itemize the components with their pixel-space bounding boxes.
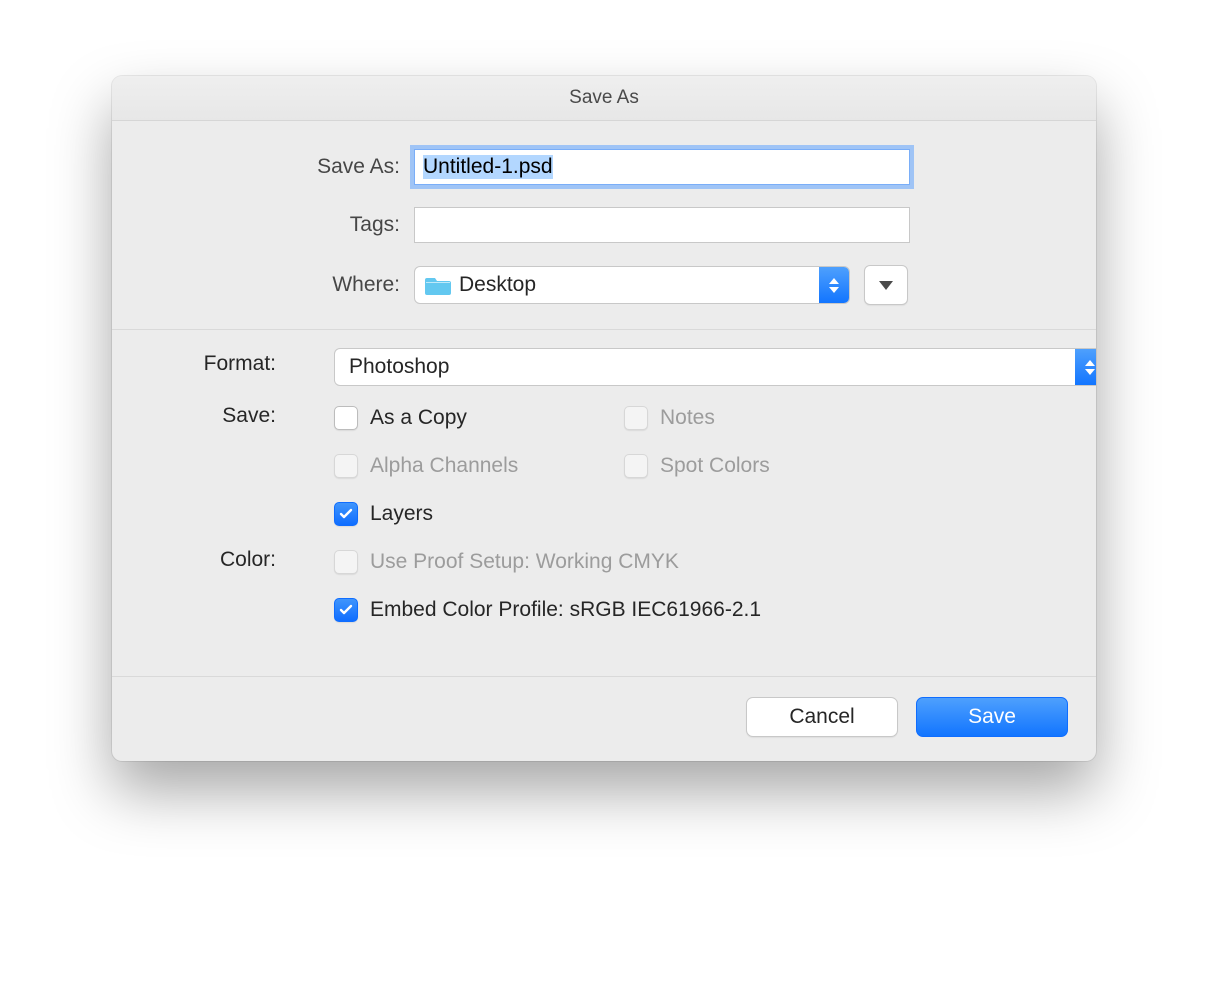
color-label: Color: [146,544,334,572]
chevron-down-icon [879,281,893,290]
updown-icon [1075,349,1096,385]
updown-icon [819,267,849,303]
embed-color-profile-option[interactable]: Embed Color Profile: sRGB IEC61966-2.1 [334,598,1062,622]
save-label: Save: [146,400,334,428]
save-as-dialog: Save As Save As: Untitled-1.psd Tags: Wh… [112,76,1096,761]
format-label: Format: [146,348,334,376]
checkbox-icon [334,406,358,430]
checkbox-icon [334,550,358,574]
dialog-buttons: Cancel Save [112,677,1096,761]
spot-colors-label: Spot Colors [660,454,770,478]
tags-label: Tags: [152,213,414,237]
save-button[interactable]: Save [916,697,1068,737]
layers-option[interactable]: Layers [334,502,624,526]
filename-input[interactable]: Untitled-1.psd [414,149,910,185]
where-value: Desktop [459,273,819,297]
cancel-button[interactable]: Cancel [746,697,898,737]
format-value: Photoshop [335,355,1075,379]
alpha-channels-option: Alpha Channels [334,454,624,478]
dialog-title: Save As [112,76,1096,121]
checkbox-icon [334,598,358,622]
layers-label: Layers [370,502,433,526]
alpha-channels-label: Alpha Channels [370,454,518,478]
as-a-copy-option[interactable]: As a Copy [334,406,624,430]
use-proof-setup-label: Use Proof Setup: Working CMYK [370,550,679,574]
checkbox-icon [624,454,648,478]
use-proof-setup-option: Use Proof Setup: Working CMYK [334,550,1062,574]
checkbox-icon [624,406,648,430]
save-location-section: Save As: Untitled-1.psd Tags: Where: [112,121,1096,330]
save-as-label: Save As: [152,155,414,179]
where-dropdown[interactable]: Desktop [414,266,850,304]
tags-input[interactable] [414,207,910,243]
notes-label: Notes [660,406,715,430]
folder-icon [425,274,451,296]
where-label: Where: [152,273,414,297]
options-section: Format: Photoshop Save: [112,330,1096,677]
expand-button[interactable] [864,265,908,305]
filename-value: Untitled-1.psd [423,155,553,179]
spot-colors-option: Spot Colors [624,454,1062,478]
checkbox-icon [334,502,358,526]
format-dropdown[interactable]: Photoshop [334,348,1096,386]
embed-color-profile-label: Embed Color Profile: sRGB IEC61966-2.1 [370,598,761,622]
notes-option: Notes [624,406,1062,430]
as-a-copy-label: As a Copy [370,406,467,430]
checkbox-icon [334,454,358,478]
